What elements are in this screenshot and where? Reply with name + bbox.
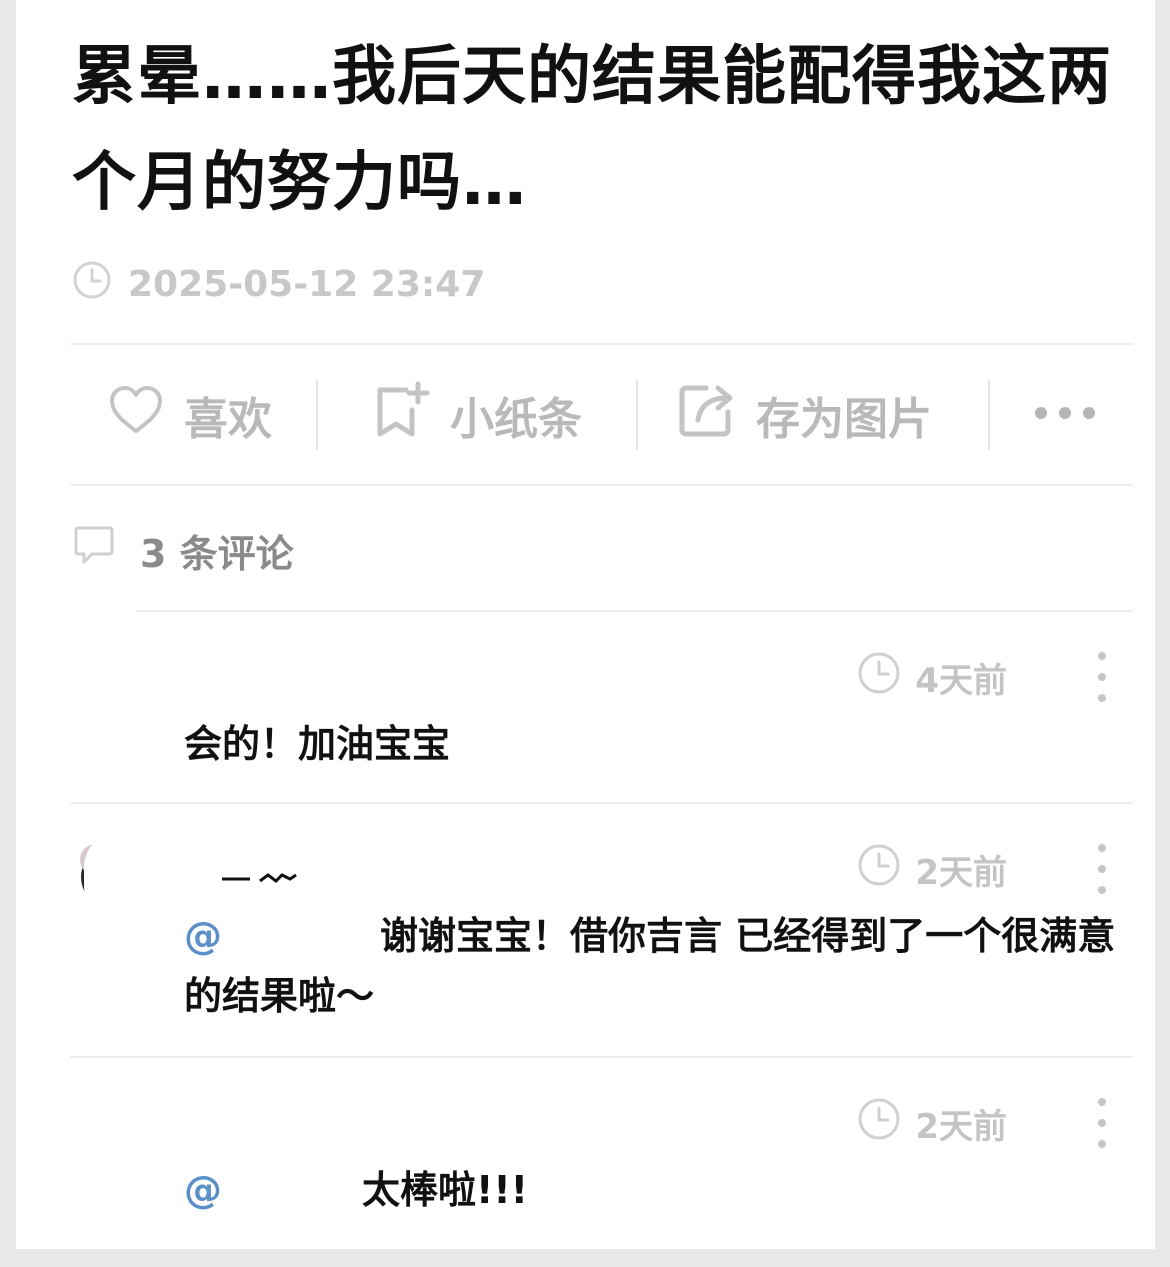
more-vertical-icon [1098, 652, 1106, 660]
avatar[interactable] [70, 834, 156, 920]
post-title: 累晕……我后天的结果能配得我这两个月的努力吗… [72, 40, 1112, 220]
more-vertical-icon [1098, 1098, 1106, 1106]
post-card: 累晕……我后天的结果能配得我这两个月的努力吗… 2025-05-12 23:47… [16, 0, 1155, 1249]
comment-more-button[interactable] [1082, 1098, 1122, 1148]
comment-text: @ 太棒啦!!! [184, 1160, 1124, 1220]
save-image-label: 存为图片 [756, 394, 932, 445]
redacted-mention [222, 1172, 362, 1213]
note-label: 小纸条 [450, 394, 582, 445]
comment-text: @ 谢谢宝宝！借你吉言 已经得到了一个很满意的结果啦～ [184, 906, 1124, 1026]
clock-icon [857, 651, 915, 704]
comment-body: 太棒啦!!! [362, 1168, 528, 1212]
divider [70, 802, 1133, 804]
comment-count: 3 条评论 [140, 531, 294, 576]
share-icon [678, 382, 756, 449]
note-button[interactable]: 小纸条 [374, 346, 582, 484]
post-timestamp: 2025-05-12 23:47 [72, 260, 486, 309]
heart-icon [108, 384, 184, 447]
comment-time-text: 4天前 [915, 660, 1007, 701]
action-separator [988, 380, 990, 450]
like-label: 喜欢 [184, 394, 272, 445]
comment-time-text: 2天前 [915, 1106, 1007, 1147]
divider [70, 484, 1133, 486]
clock-icon [857, 843, 915, 896]
comment-time: 2天前 [857, 1098, 1007, 1147]
comments-header: 3 条评论 [72, 524, 294, 576]
action-separator [636, 380, 638, 450]
comment-more-button[interactable] [1082, 652, 1122, 702]
bookmark-add-icon [374, 380, 450, 451]
like-button[interactable]: 喜欢 [108, 346, 272, 484]
comment-bubble-icon [72, 524, 140, 577]
comment-time: 2天前 [857, 844, 1007, 893]
action-separator [316, 380, 318, 450]
save-image-button[interactable]: 存为图片 [678, 346, 932, 484]
clock-icon [72, 260, 128, 309]
clock-icon [857, 1097, 915, 1150]
action-bar: 喜欢 小纸条 存为图片 [70, 346, 1133, 484]
divider [136, 610, 1133, 612]
more-horizontal-icon [1033, 405, 1097, 425]
username[interactable] [220, 870, 300, 884]
comment-time: 4天前 [857, 652, 1007, 701]
comment-more-button[interactable] [1082, 844, 1122, 894]
comment-text: 会的！加油宝宝 [184, 722, 451, 766]
timestamp-text: 2025-05-12 23:47 [128, 263, 486, 305]
comment-time-text: 2天前 [915, 852, 1007, 893]
more-button[interactable] [1020, 346, 1110, 484]
divider [70, 1056, 1133, 1058]
redacted-mention [222, 918, 380, 959]
divider [70, 343, 1133, 345]
mention[interactable]: @ [184, 914, 222, 958]
mention[interactable]: @ [184, 1168, 222, 1212]
more-vertical-icon [1098, 844, 1106, 852]
